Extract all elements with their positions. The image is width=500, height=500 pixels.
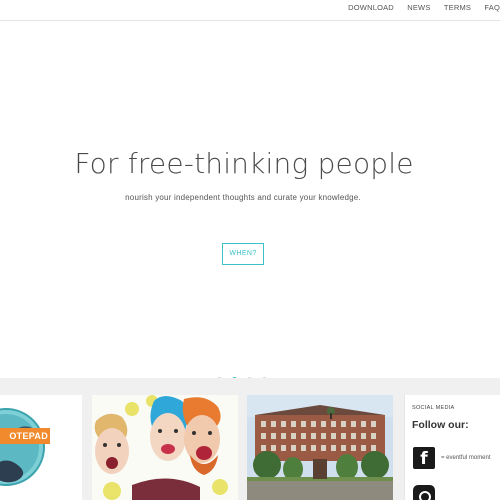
campus-photo-card[interactable] [247, 395, 393, 500]
campus-building-photo [247, 395, 393, 500]
nav-links: DOWNLOAD NEWS TERMS FAQ [337, 3, 500, 12]
social-media-card: SOCIAL MEDIA Follow our: f = eventful mo… [404, 395, 500, 500]
hero-title: For free-thinking people [74, 147, 414, 180]
facebook-caption: = eventful moment [441, 455, 491, 461]
notepad-logo-text: OTEPAD [0, 428, 50, 444]
cartoon-people-illustration [92, 395, 238, 500]
nav-faq-link[interactable]: FAQ [484, 3, 500, 12]
page: DOWNLOAD NEWS TERMS FAQ For free-thinkin… [0, 0, 500, 500]
illustration-card[interactable] [92, 395, 238, 500]
notepad-graphic [0, 395, 82, 500]
when-button[interactable]: WHEN? [222, 243, 264, 265]
nav-news-link[interactable]: NEWS [407, 3, 430, 12]
notepad-card[interactable]: OTEPAD [0, 395, 82, 500]
social-media-heading: SOCIAL MEDIA [412, 405, 455, 411]
hero-subtitle: nourish your independent thoughts and cu… [125, 193, 361, 202]
instagram-icon[interactable] [413, 485, 435, 500]
facebook-icon[interactable]: f [413, 447, 435, 469]
nav-download-link[interactable]: DOWNLOAD [348, 3, 394, 12]
hero-slider: For free-thinking people nourish your in… [0, 21, 500, 383]
lower-section: OTEPAD SOCIAL MEDIA Follow our: f = even… [0, 378, 500, 500]
nav-terms-link[interactable]: TERMS [444, 3, 471, 12]
follow-heading: Follow our: [412, 419, 469, 431]
top-navigation: DOWNLOAD NEWS TERMS FAQ [0, 0, 500, 21]
